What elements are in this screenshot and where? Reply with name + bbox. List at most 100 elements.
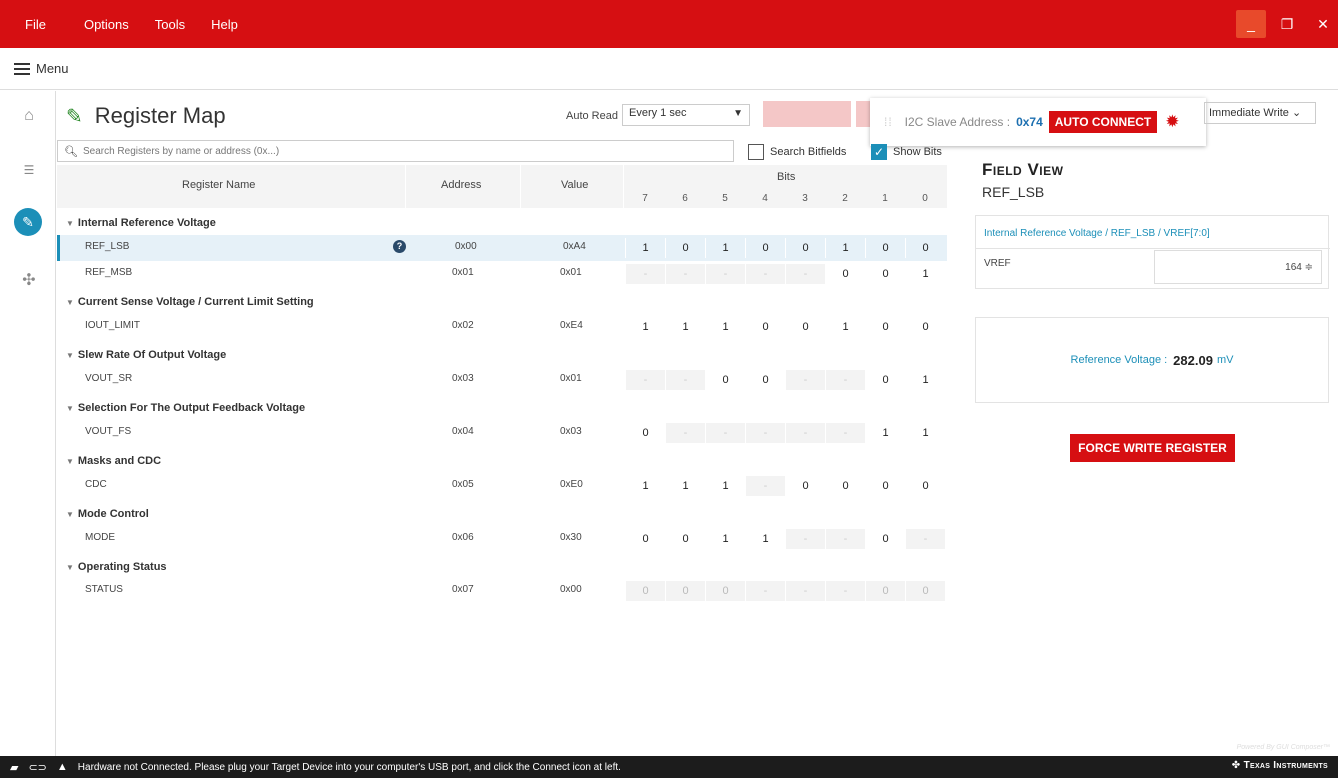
- bit-cell[interactable]: 0: [905, 317, 945, 337]
- collapse-icon[interactable]: ▼: [66, 457, 74, 466]
- table-row[interactable]: IOUT_LIMIT 0x02 0xE4 1 1 1 0 0 1 0 0: [57, 314, 947, 340]
- group-header[interactable]: ▼ Current Sense Voltage / Current Limit S…: [66, 296, 314, 308]
- table-row[interactable]: MODE 0x06 0x30 0 0 1 1- -0-: [57, 526, 947, 552]
- table-row[interactable]: REF_MSB 0x01 0x01- - - - -0 0 1: [57, 261, 947, 287]
- group-header[interactable]: ▼ Operating Status: [66, 561, 167, 573]
- col-address[interactable]: Address: [441, 179, 481, 191]
- connect-icon[interactable]: ⊂⊃: [28, 761, 46, 774]
- bit-cell[interactable]: 0: [865, 581, 905, 601]
- bit-cell[interactable]: 1: [705, 238, 745, 258]
- search-bitfields-checkbox[interactable]: [748, 144, 764, 160]
- bit-cell[interactable]: 1: [745, 529, 785, 549]
- bit-cell[interactable]: 0: [785, 238, 825, 258]
- table-row[interactable]: REF_LSB 0x00 0xA4? 1 0 1 0 0 1 0 0: [57, 235, 947, 261]
- collapse-icon[interactable]: ▼: [66, 298, 74, 307]
- force-write-button[interactable]: FORCE WRITE REGISTER: [1070, 434, 1235, 462]
- collapse-icon[interactable]: ▼: [66, 563, 74, 572]
- bit-cell[interactable]: 0: [745, 317, 785, 337]
- search-bitfields-option[interactable]: Search Bitfields: [748, 144, 846, 160]
- pen-icon[interactable]: ▰: [10, 761, 18, 774]
- collapse-icon[interactable]: ▼: [66, 404, 74, 413]
- menu-tools[interactable]: Tools: [144, 17, 196, 32]
- bit-cell[interactable]: 0: [785, 317, 825, 337]
- group-header[interactable]: ▼ Selection For The Output Feedback Volta…: [66, 402, 305, 414]
- bit-cell[interactable]: 0: [905, 581, 945, 601]
- bit-cell[interactable]: 1: [705, 317, 745, 337]
- restore-button[interactable]: ❐: [1272, 10, 1302, 38]
- menu-file[interactable]: File: [0, 17, 57, 32]
- bit-cell[interactable]: 1: [905, 370, 945, 390]
- bit-cell[interactable]: 1: [625, 317, 665, 337]
- drag-handle-icon[interactable]: ⁞⁞: [884, 115, 893, 129]
- bit-cell[interactable]: 0: [865, 317, 905, 337]
- bit-cell[interactable]: 0: [665, 529, 705, 549]
- bit-cell[interactable]: 0: [705, 370, 745, 390]
- col-register-name[interactable]: Register Name: [182, 179, 255, 191]
- table-row[interactable]: VOUT_SR 0x03 0x01- -0 0- -0 1: [57, 367, 947, 393]
- bit-cell[interactable]: 0: [825, 476, 865, 496]
- close-button[interactable]: ✕: [1308, 10, 1338, 38]
- bit-cell[interactable]: 0: [625, 581, 665, 601]
- caret-up-icon[interactable]: ▲: [57, 761, 68, 773]
- sliders-icon[interactable]: ☰: [18, 159, 40, 181]
- bit-cell[interactable]: 1: [825, 317, 865, 337]
- bit-cell[interactable]: 0: [825, 264, 865, 284]
- bit-cell[interactable]: 0: [745, 370, 785, 390]
- menu-options[interactable]: Options: [73, 17, 140, 32]
- field-value-spinner[interactable]: 164 ≑: [1154, 250, 1322, 284]
- bit-cell[interactable]: 0: [625, 529, 665, 549]
- auto-connect-button[interactable]: AUTO CONNECT: [1048, 111, 1158, 133]
- bit-cell[interactable]: 0: [665, 238, 705, 258]
- bit-cell[interactable]: 1: [665, 476, 705, 496]
- menu-help[interactable]: Help: [200, 17, 249, 32]
- bit-cell[interactable]: 0: [865, 238, 905, 258]
- bit-cell[interactable]: 0: [905, 238, 945, 258]
- bit-cell[interactable]: 0: [905, 476, 945, 496]
- field-view-register: REF_LSB: [982, 184, 1045, 200]
- minimize-button[interactable]: _: [1236, 10, 1266, 38]
- col-value[interactable]: Value: [561, 179, 588, 191]
- puzzle-icon[interactable]: ✣: [18, 269, 40, 291]
- bit-cell[interactable]: 1: [905, 423, 945, 443]
- bit-cell[interactable]: 1: [825, 238, 865, 258]
- table-row[interactable]: VOUT_FS 0x04 0x03 0- - - - -1 1: [57, 420, 947, 446]
- bit-cell[interactable]: 0: [665, 581, 705, 601]
- hamburger-icon[interactable]: [14, 62, 30, 75]
- collapse-icon[interactable]: ▼: [66, 219, 74, 228]
- bit-cell[interactable]: 0: [865, 476, 905, 496]
- bit-cell[interactable]: 1: [705, 529, 745, 549]
- group-header[interactable]: ▼ Internal Reference Voltage: [66, 217, 216, 229]
- bit-cell[interactable]: 0: [865, 529, 905, 549]
- show-bits-checkbox[interactable]: ✓: [871, 144, 887, 160]
- bit-cell[interactable]: 1: [865, 423, 905, 443]
- help-icon[interactable]: ?: [393, 240, 406, 253]
- home-icon[interactable]: ⌂: [18, 105, 40, 127]
- autoread-select[interactable]: Every 1 sec ▼: [622, 104, 750, 126]
- table-row[interactable]: STATUS 0x07 0x00 0 0 0- - -0 0: [57, 578, 947, 604]
- write-mode-select[interactable]: Immediate Write ⌄: [1204, 102, 1316, 124]
- search-input[interactable]: 🔍︎ Search Registers by name or address (…: [57, 140, 734, 162]
- i2c-address[interactable]: 0x74: [1016, 115, 1043, 129]
- bit-cell[interactable]: 0: [625, 423, 665, 443]
- bit-cell[interactable]: 1: [625, 476, 665, 496]
- bit-cell[interactable]: 0: [865, 370, 905, 390]
- bit-cell[interactable]: 0: [865, 264, 905, 284]
- menu-label[interactable]: Menu: [36, 61, 69, 76]
- group-header[interactable]: ▼ Slew Rate Of Output Voltage: [66, 349, 226, 361]
- group-header[interactable]: ▼ Masks and CDC: [66, 455, 161, 467]
- group-header[interactable]: ▼ Mode Control: [66, 508, 149, 520]
- bit-cell[interactable]: 1: [905, 264, 945, 284]
- bit-cell[interactable]: 0: [785, 476, 825, 496]
- bit-cell[interactable]: 0: [705, 581, 745, 601]
- bit-cell[interactable]: 1: [625, 238, 665, 258]
- collapse-icon[interactable]: ▼: [66, 510, 74, 519]
- collapse-icon[interactable]: ▼: [66, 351, 74, 360]
- show-bits-option[interactable]: ✓ Show Bits: [871, 144, 942, 160]
- gear-icon[interactable]: ✹: [1165, 112, 1179, 132]
- table-row[interactable]: CDC 0x05 0xE0 1 1 1-0 0 0 0: [57, 473, 947, 499]
- bit-cell[interactable]: 0: [745, 238, 785, 258]
- pencil-icon[interactable]: ✎: [14, 208, 42, 236]
- bit-cell[interactable]: 1: [705, 476, 745, 496]
- read-register-button[interactable]: [763, 101, 851, 127]
- bit-cell[interactable]: 1: [665, 317, 705, 337]
